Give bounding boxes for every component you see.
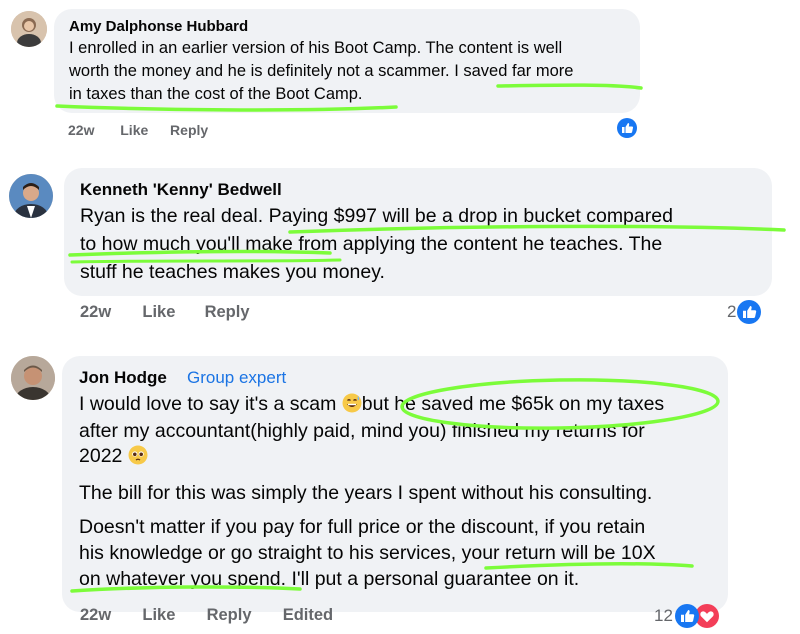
comment-text-line: Ryan is the real deal. Paying $997 will … bbox=[80, 205, 673, 227]
comment-text-line: worth the money and he is definitely not… bbox=[69, 62, 574, 80]
comment-text: I would love to say it's a scam bbox=[79, 393, 342, 415]
reaction-count: 12 bbox=[654, 606, 673, 625]
comment-time[interactable]: 22w bbox=[80, 606, 111, 625]
like-icon bbox=[674, 604, 699, 628]
avatar-photo bbox=[9, 174, 53, 218]
comment-text-line: The bill for this was simply the years I… bbox=[79, 482, 653, 504]
avatar[interactable] bbox=[9, 174, 53, 218]
comment-text: 2022 bbox=[79, 445, 128, 467]
like-icon bbox=[617, 118, 637, 138]
group-expert-badge[interactable]: Group expert bbox=[187, 368, 286, 388]
comment-time[interactable]: 22w bbox=[80, 303, 111, 322]
comment-text-line: on whatever you spend. I'll put a person… bbox=[79, 568, 580, 590]
pleading-face-emoji bbox=[128, 445, 148, 471]
comment-text-line: I would love to say it's a scam but he s… bbox=[79, 393, 664, 419]
reply-button[interactable]: Reply bbox=[207, 606, 252, 625]
comment-text-line: 2022 bbox=[79, 445, 148, 471]
like-button[interactable]: Like bbox=[120, 122, 148, 138]
comment-jon: Jon Hodge Group expert I would love to s… bbox=[0, 340, 800, 634]
reactions[interactable]: 12 bbox=[654, 604, 719, 628]
comment-text-line: stuff he teaches makes you money. bbox=[80, 261, 385, 283]
comment-text-line: after my accountant(highly paid, mind yo… bbox=[79, 420, 645, 442]
grinning-sweat-emoji bbox=[342, 393, 362, 419]
avatar[interactable] bbox=[11, 11, 47, 47]
reply-button[interactable]: Reply bbox=[170, 122, 208, 138]
reaction-count: 2 bbox=[727, 302, 737, 321]
comment-actions: 22w Like Reply bbox=[80, 303, 250, 322]
comment-actions: 22w Like Reply Edited bbox=[80, 606, 333, 625]
avatar-photo bbox=[11, 11, 47, 47]
comment-author[interactable]: Kenneth 'Kenny' Bedwell bbox=[80, 180, 282, 200]
edited-label[interactable]: Edited bbox=[283, 606, 333, 625]
reactions[interactable]: 2 bbox=[727, 300, 762, 324]
comment-author[interactable]: Amy Dalphonse Hubbard bbox=[69, 18, 248, 35]
comment-amy: Amy Dalphonse Hubbard I enrolled in an e… bbox=[0, 0, 800, 150]
comment-text-line: his knowledge or go straight to his serv… bbox=[79, 542, 656, 564]
like-button[interactable]: Like bbox=[142, 606, 175, 625]
comment-actions: 22w Like Reply bbox=[68, 122, 208, 138]
comment-text-line: I enrolled in an earlier version of his … bbox=[69, 39, 563, 57]
reactions[interactable] bbox=[617, 118, 637, 138]
comment-time[interactable]: 22w bbox=[68, 122, 94, 138]
reply-button[interactable]: Reply bbox=[205, 303, 250, 322]
comment-author[interactable]: Jon Hodge bbox=[79, 368, 167, 388]
comment-text-line: in taxes than the cost of the Boot Camp. bbox=[69, 85, 363, 103]
like-button[interactable]: Like bbox=[142, 303, 175, 322]
comment-text-line: to how much you'll make from applying th… bbox=[80, 233, 663, 255]
comment-text-line: Doesn't matter if you pay for full price… bbox=[79, 516, 646, 538]
comment-kenny: Kenneth 'Kenny' Bedwell Ryan is the real… bbox=[0, 150, 800, 340]
comment-text: but he saved me $65k on my taxes bbox=[361, 393, 665, 415]
like-icon bbox=[737, 300, 762, 324]
avatar[interactable] bbox=[11, 356, 55, 400]
avatar-photo bbox=[11, 356, 55, 400]
